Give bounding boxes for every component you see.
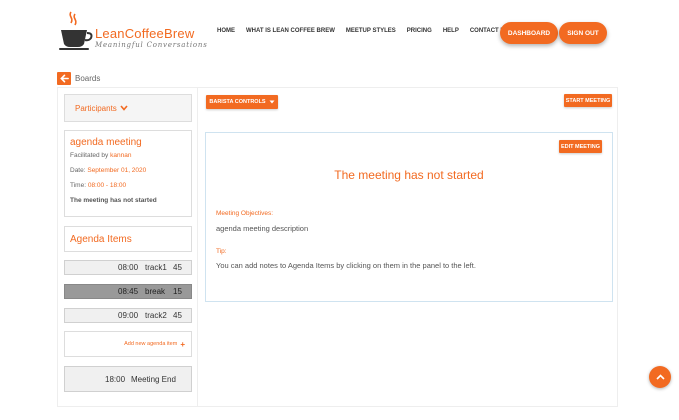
agenda-item-duration: 45	[173, 263, 182, 272]
agenda-item-name: break	[145, 287, 166, 296]
dashboard-button[interactable]: DASHBOARD	[500, 22, 558, 44]
tip-text: You can add notes to Agenda Items by cli…	[216, 261, 476, 270]
brand-name: LeanCoffeeBrew	[95, 26, 195, 41]
agenda-item-time: 08:45	[118, 287, 139, 296]
agenda-item-time: 09:00	[118, 311, 139, 320]
facilitator-name: kannan	[110, 152, 132, 159]
agenda-item-track2[interactable]: 09:00 track2 45	[64, 308, 192, 323]
agenda-items-heading: Agenda Items	[64, 226, 192, 252]
scroll-to-top-button[interactable]	[649, 366, 671, 388]
back-button[interactable]	[57, 72, 71, 85]
meeting-panel: EDIT MEETING The meeting has not started…	[205, 132, 613, 302]
meeting-date: September 01, 2020	[87, 167, 147, 174]
time-line: Time: 08:00 - 18:00	[70, 182, 186, 189]
facilitator-line: Facilitated by kannan	[70, 152, 186, 159]
arrow-left-icon	[59, 74, 69, 83]
participants-toggle[interactable]: Participants	[64, 94, 192, 122]
sidebar: Participants agenda meeting Facilitated …	[58, 88, 198, 406]
tip-label: Tip:	[216, 248, 227, 255]
facilitated-prefix: Facilitated by	[70, 152, 109, 159]
start-meeting-button[interactable]: START MEETING	[564, 94, 612, 107]
date-prefix: Date:	[70, 167, 86, 174]
nav-meetup-styles[interactable]: MEETUP STYLES	[346, 28, 396, 34]
nav-home[interactable]: HOME	[217, 28, 235, 34]
agenda-item-duration: 15	[173, 287, 182, 296]
agenda-item-duration: 45	[173, 311, 182, 320]
meeting-status-heading: The meeting has not started	[334, 168, 484, 182]
site-header: LeanCoffeeBrew Meaningful Conversations …	[0, 0, 679, 62]
brand-tagline: Meaningful Conversations	[95, 41, 208, 49]
objectives-label: Meeting Objectives:	[216, 210, 274, 217]
date-line: Date: September 01, 2020	[70, 167, 186, 174]
nav-what-is[interactable]: WHAT IS LEAN COFFEE BREW	[246, 28, 335, 34]
add-agenda-item-button[interactable]: Add new agenda item +	[64, 331, 192, 357]
chevron-down-icon	[120, 105, 128, 111]
agenda-item-name: track2	[145, 311, 167, 320]
time-prefix: Time:	[70, 182, 87, 189]
barista-controls-label: BARISTA CONTROLS	[209, 99, 266, 105]
objectives-text: agenda meeting description	[216, 224, 309, 233]
agenda-item-name: track1	[145, 263, 167, 272]
board-frame: Participants agenda meeting Facilitated …	[57, 87, 618, 407]
meeting-time: 08:00 - 18:00	[87, 182, 127, 189]
chevron-up-icon	[655, 374, 665, 380]
breadcrumb-boards[interactable]: Boards	[75, 74, 100, 83]
agenda-item-track1[interactable]: 08:00 track1 45	[64, 260, 192, 275]
brand-logo[interactable]: LeanCoffeeBrew Meaningful Conversations	[57, 10, 207, 52]
participants-label: Participants	[75, 103, 117, 113]
nav-help[interactable]: HELP	[443, 28, 459, 34]
main-nav: HOME WHAT IS LEAN COFFEE BREW MEETUP STY…	[217, 28, 520, 34]
barista-controls-button[interactable]: BARISTA CONTROLS	[206, 95, 278, 109]
meeting-title: agenda meeting	[70, 137, 142, 148]
meeting-status: The meeting has not started	[70, 197, 157, 204]
agenda-item-time: 08:00	[118, 263, 139, 272]
meeting-info-card: agenda meeting Facilitated by kannan Dat…	[64, 130, 192, 217]
plus-icon: +	[180, 339, 185, 349]
agenda-item-break[interactable]: 08:45 break 15	[64, 284, 192, 299]
meeting-end-row: 18:00 Meeting End	[64, 366, 192, 392]
nav-pricing[interactable]: PRICING	[407, 28, 432, 34]
sign-out-button[interactable]: SIGN OUT	[559, 22, 607, 44]
edit-meeting-button[interactable]: EDIT MEETING	[559, 140, 602, 153]
add-agenda-item-label: Add new agenda item	[124, 341, 178, 347]
meeting-end-time: 18:00	[105, 375, 126, 384]
coffee-cup-icon	[59, 11, 93, 50]
caret-down-icon	[269, 100, 275, 104]
meeting-end-label: Meeting End	[131, 375, 176, 384]
